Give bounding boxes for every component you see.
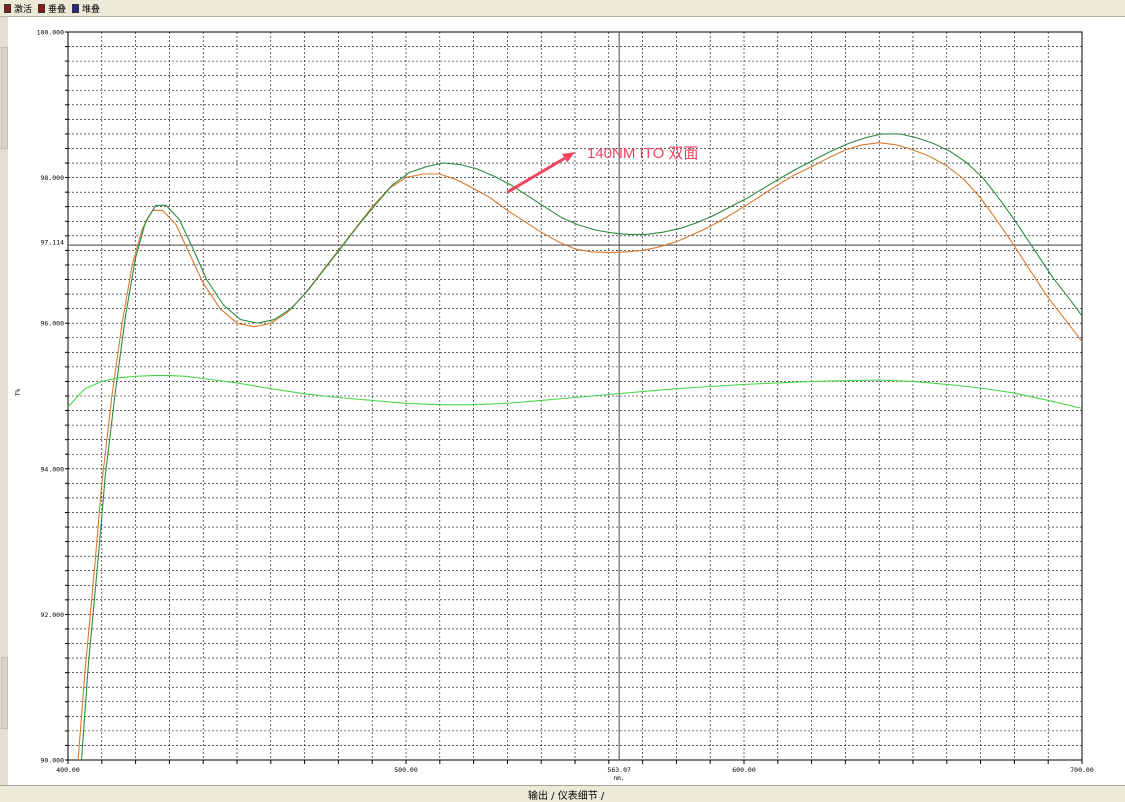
window-icon — [72, 3, 79, 13]
x-axis-label: nm. — [614, 775, 625, 782]
window-icon — [4, 3, 11, 13]
tab-label: 垂叠 — [48, 4, 67, 15]
series-line-2 — [80, 133, 1083, 761]
x-tick-label: 563.07 — [607, 766, 631, 774]
x-tick-label: 400.00 — [56, 766, 80, 774]
x-tick-label: 500.00 — [394, 766, 418, 774]
y-axis-label: T% — [15, 388, 22, 396]
tab-label: 堆叠 — [82, 4, 101, 15]
y-tick-label: 100.000 — [37, 29, 64, 37]
y-tick-label: 94.000 — [41, 465, 65, 473]
x-tick-label: 600.00 — [732, 766, 756, 774]
tab-3[interactable]: 堆叠 — [72, 2, 101, 15]
y-tick-label: 90.000 — [41, 757, 65, 765]
window-icon — [38, 3, 45, 13]
y-tick-label: 92.000 — [41, 611, 65, 619]
series-line-1 — [77, 142, 1083, 761]
y-tick-label: 96.000 — [41, 320, 65, 328]
tab-2[interactable]: 垂叠 — [38, 2, 67, 15]
transmittance-chart[interactable]: 100.000 98.000 97.114 96.000 94.000 92.000 90.… — [8, 17, 1125, 785]
tab-label: 激活 — [14, 4, 33, 15]
dock-panel-handle[interactable] — [1, 47, 8, 149]
x-tick-label: 700.00 — [1070, 766, 1094, 774]
dock-panel-handle[interactable] — [1, 657, 8, 729]
tab-1[interactable]: 激活 — [4, 2, 33, 15]
window-tab-bar: 激活 垂叠 堆叠 — [0, 0, 1125, 17]
annotation-label: 140NM ITO 双面 — [587, 145, 698, 162]
y-tick-label: 98.000 — [41, 174, 65, 182]
spectrum-plot-area[interactable]: 100.000 98.000 97.114 96.000 94.000 92.000 90.… — [8, 17, 1125, 785]
y-tick-label: 97.114 — [41, 239, 65, 247]
bottom-tab-bar: 输出 / 仪表细节 / — [0, 785, 1125, 802]
